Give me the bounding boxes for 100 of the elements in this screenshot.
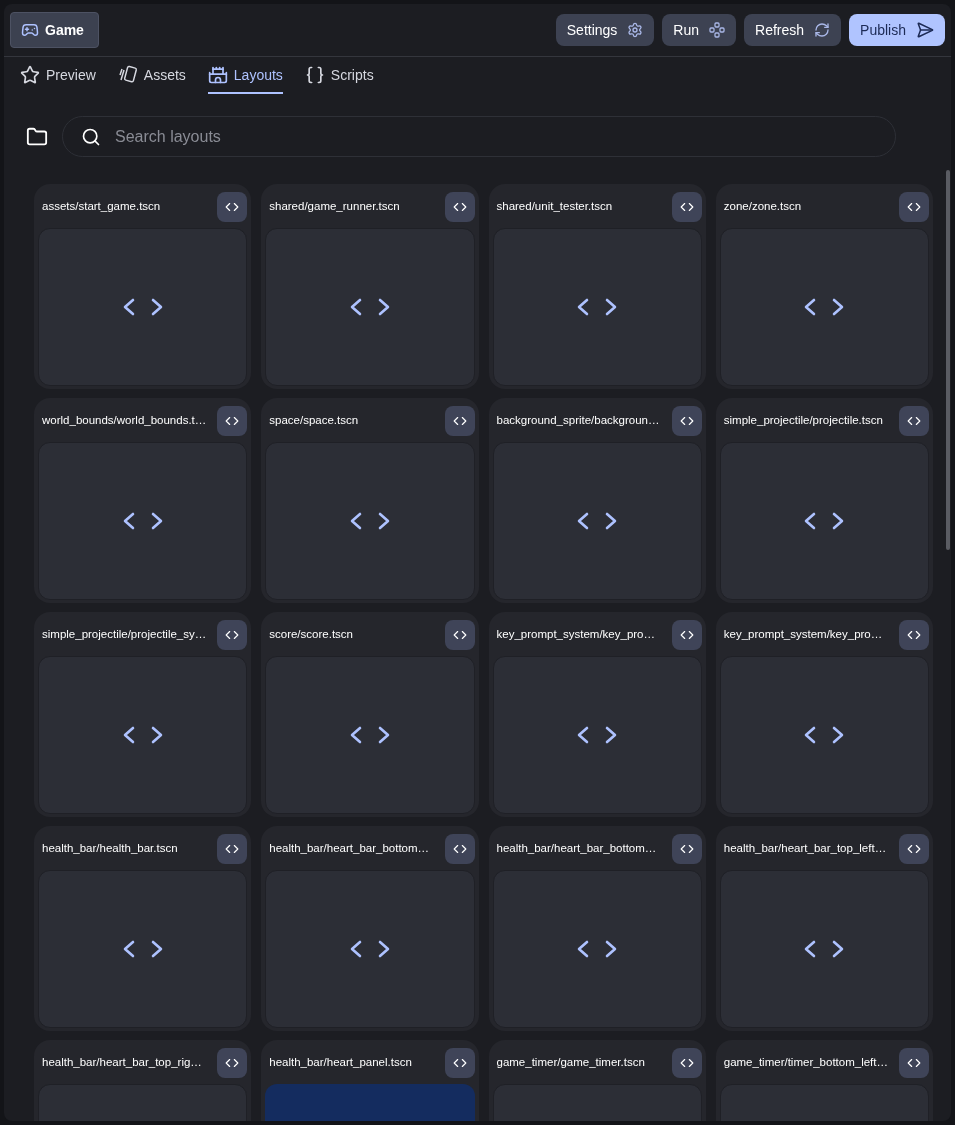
tab[interactable]: Layouts <box>207 58 283 94</box>
layout-name: simple_projectile/projectile.tscn <box>723 413 883 429</box>
layout-card[interactable]: space/space.tscn <box>261 398 479 603</box>
castle-icon <box>207 65 228 85</box>
layout-name: health_bar/heart_bar_bottom… <box>269 841 430 857</box>
code-icon <box>452 1056 467 1070</box>
code-button[interactable] <box>217 1048 248 1078</box>
code-icon <box>803 939 846 959</box>
layout-card[interactable]: health_bar/heart_bar_top_left… <box>715 826 933 1031</box>
code-button[interactable] <box>899 406 929 436</box>
code-icon <box>121 725 164 745</box>
code-icon <box>679 200 694 214</box>
gamepad-icon <box>21 21 39 39</box>
layout-name: key_prompt_system/key_pro… <box>723 627 883 643</box>
layout-card[interactable]: zone/zone.tscn <box>715 184 933 389</box>
search-input[interactable]: Search layouts <box>115 124 877 149</box>
layout-name: score/score.tscn <box>269 627 353 643</box>
code-button[interactable] <box>217 834 248 864</box>
code-button[interactable] <box>444 834 475 864</box>
settings-icon <box>627 22 644 38</box>
layout-name: health_bar/heart_bar_bottom… <box>496 841 657 857</box>
layout-card[interactable]: background_sprite/backgroun… <box>488 398 706 603</box>
tab[interactable]: Preview <box>20 58 96 94</box>
code-icon <box>121 939 164 959</box>
code-icon <box>907 842 921 856</box>
layout-name: key_prompt_system/key_pro… <box>496 627 655 643</box>
code-icon <box>452 628 467 642</box>
code-icon <box>679 842 694 856</box>
code-button[interactable] <box>899 192 929 222</box>
code-button[interactable] <box>671 620 702 650</box>
layout-card[interactable]: health_bar/heart_bar_bottom… <box>261 826 479 1031</box>
code-button[interactable] <box>671 1048 702 1078</box>
toolbar-button[interactable]: Run <box>662 14 737 46</box>
code-button[interactable] <box>444 192 475 222</box>
code-icon <box>348 297 391 317</box>
code-button[interactable] <box>444 620 475 650</box>
layout-card[interactable]: health_bar/heart_bar_top_rig… <box>34 1040 252 1121</box>
code-icon <box>679 1056 694 1070</box>
code-icon <box>121 297 164 317</box>
layout-card[interactable]: score/score.tscn <box>261 612 479 817</box>
layout-name: zone/zone.tscn <box>723 199 802 215</box>
code-button[interactable] <box>899 620 929 650</box>
code-button[interactable] <box>444 1048 475 1078</box>
refresh-icon <box>814 22 831 38</box>
layout-card[interactable]: game_timer/timer_bottom_left… <box>715 1040 933 1121</box>
layout-name: background_sprite/backgroun… <box>496 413 660 429</box>
layout-name: health_bar/heart_bar_top_left… <box>723 841 887 857</box>
layout-card[interactable]: health_bar/heart_bar_bottom… <box>488 826 706 1031</box>
code-button[interactable] <box>671 192 702 222</box>
layout-card[interactable]: key_prompt_system/key_pro… <box>488 612 706 817</box>
code-button[interactable] <box>444 406 475 436</box>
tab[interactable]: Scripts <box>304 58 374 94</box>
code-icon <box>907 628 921 642</box>
layout-card[interactable]: health_bar/health_bar.tscn <box>34 826 252 1031</box>
layout-card[interactable]: shared/game_runner.tscn <box>261 184 479 389</box>
layout-card[interactable]: game_timer/game_timer.tscn <box>488 1040 706 1121</box>
layout-name: game_timer/game_timer.tscn <box>496 1055 645 1071</box>
layout-name: shared/unit_tester.tscn <box>496 199 613 215</box>
folder-icon[interactable] <box>26 125 48 148</box>
code-icon <box>225 1056 240 1070</box>
code-button[interactable] <box>899 834 929 864</box>
braces-icon <box>304 65 325 85</box>
code-button[interactable] <box>899 1048 929 1078</box>
code-icon <box>348 511 391 531</box>
layout-name: shared/game_runner.tscn <box>269 199 400 215</box>
layout-name: assets/start_game.tscn <box>42 199 161 215</box>
code-icon <box>907 200 921 214</box>
layout-card[interactable]: shared/unit_tester.tscn <box>488 184 706 389</box>
layout-card[interactable]: simple_projectile/projectile.tscn <box>715 398 933 603</box>
code-icon <box>679 414 694 428</box>
code-icon <box>225 414 240 428</box>
layout-name: health_bar/heart_bar_top_rig… <box>42 1055 202 1071</box>
send-icon <box>916 21 934 39</box>
code-icon <box>803 725 846 745</box>
toolbar-button[interactable]: Settings <box>555 14 655 46</box>
code-icon <box>907 1056 921 1070</box>
code-icon <box>907 414 921 428</box>
code-icon <box>348 939 391 959</box>
toolbar-button[interactable]: Refresh <box>744 14 842 46</box>
code-button[interactable] <box>217 406 248 436</box>
code-icon <box>121 511 164 531</box>
tab[interactable]: Assets <box>117 58 186 94</box>
layout-card[interactable]: simple_projectile/projectile_sy… <box>34 612 252 817</box>
publish-button[interactable]: Publish <box>849 14 945 46</box>
code-button[interactable] <box>217 192 248 222</box>
layout-card[interactable]: assets/start_game.tscn <box>34 184 252 389</box>
code-icon <box>576 511 619 531</box>
code-icon <box>348 725 391 745</box>
layout-card[interactable]: world_bounds/world_bounds.t… <box>34 398 252 603</box>
scrollbar-thumb[interactable] <box>946 170 950 550</box>
code-button[interactable] <box>671 834 702 864</box>
code-button[interactable] <box>217 620 248 650</box>
game-button[interactable]: Game <box>10 12 99 48</box>
code-button[interactable] <box>671 406 702 436</box>
code-icon <box>576 939 619 959</box>
layout-name: game_timer/timer_bottom_left… <box>723 1055 888 1071</box>
layout-name: health_bar/heart_panel.tscn <box>269 1055 412 1071</box>
layout-name: simple_projectile/projectile_sy… <box>42 627 207 643</box>
layout-card[interactable]: health_bar/heart_panel.tscn <box>261 1040 479 1121</box>
layout-card[interactable]: key_prompt_system/key_pro… <box>715 612 933 817</box>
